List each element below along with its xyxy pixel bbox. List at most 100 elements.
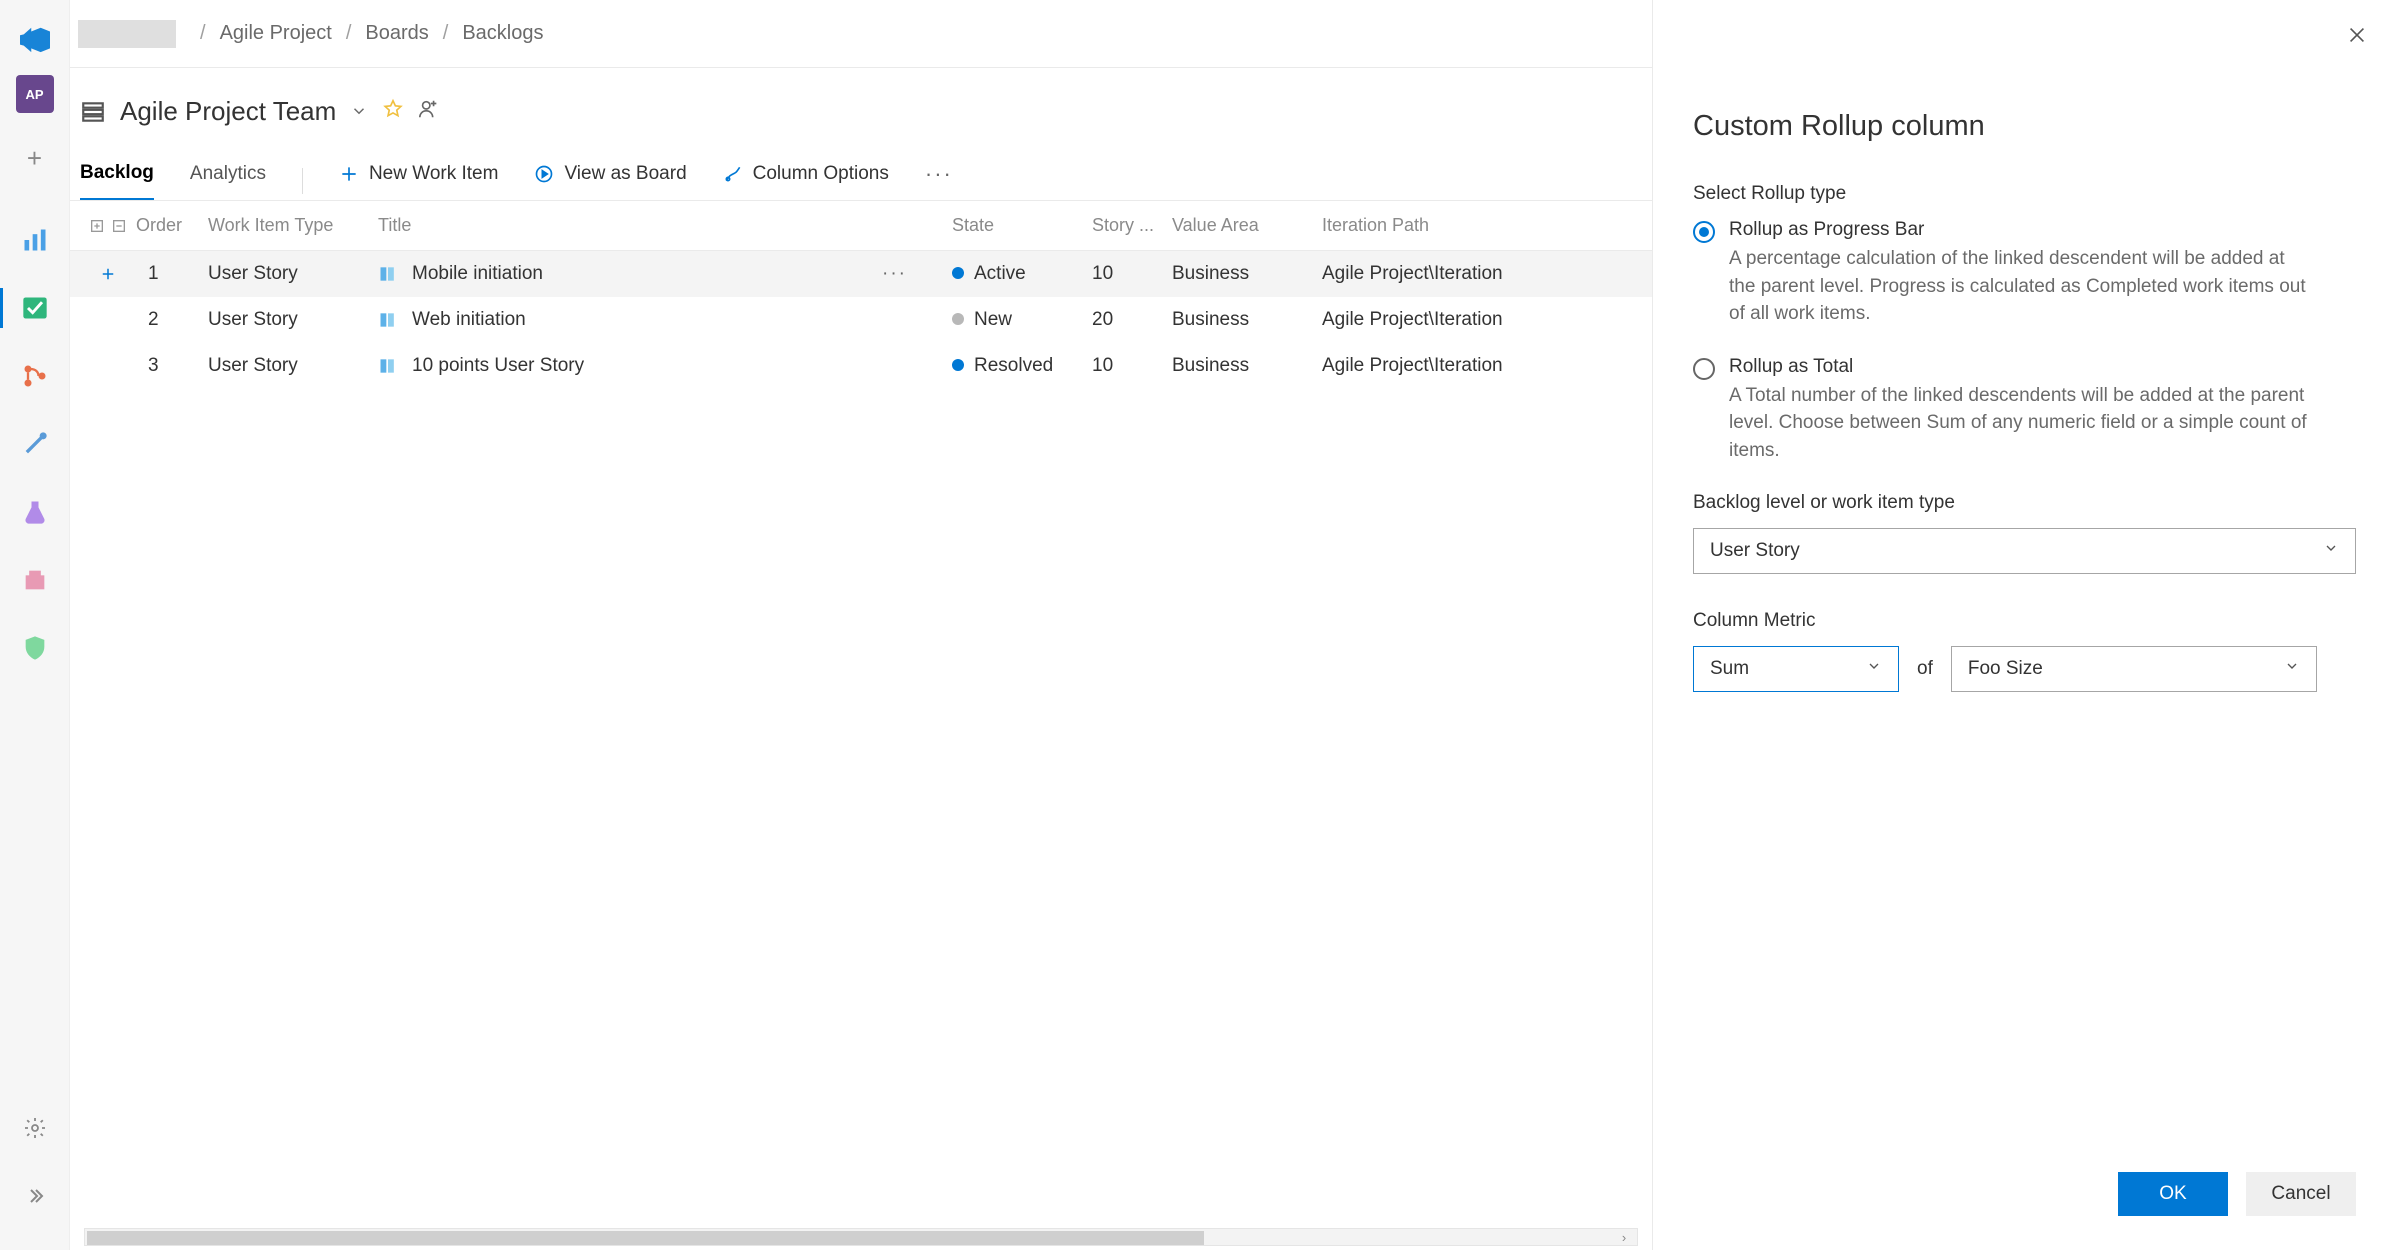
column-options-label: Column Options bbox=[753, 163, 889, 185]
row-state: New bbox=[952, 309, 1092, 331]
col-state[interactable]: State bbox=[952, 215, 1092, 236]
new-work-item-button[interactable]: New Work Item bbox=[339, 163, 499, 199]
chevron-down-icon bbox=[1866, 658, 1882, 680]
nav-security-icon[interactable] bbox=[0, 614, 70, 682]
row-iteration: Agile Project\Iteration bbox=[1322, 263, 1652, 285]
favorite-star-icon[interactable] bbox=[382, 96, 404, 127]
main-content: / Agile Project / Boards / Backlogs Agil… bbox=[70, 0, 1652, 1250]
row-title[interactable]: Mobile initiation bbox=[412, 263, 543, 285]
view-as-board-label: View as Board bbox=[564, 163, 686, 185]
column-metric-label: Column Metric bbox=[1693, 610, 2356, 632]
nav-overview-icon[interactable] bbox=[0, 206, 70, 274]
close-panel-icon[interactable] bbox=[2346, 24, 2368, 53]
breadcrumb-backlogs[interactable]: Backlogs bbox=[462, 22, 543, 45]
horizontal-scrollbar[interactable]: › bbox=[84, 1228, 1638, 1246]
nav-artifacts-icon[interactable] bbox=[0, 546, 70, 614]
col-iteration[interactable]: Iteration Path bbox=[1322, 215, 1652, 236]
row-order: 3 bbox=[136, 355, 208, 377]
nav-repos-icon[interactable] bbox=[0, 342, 70, 410]
table-row[interactable]: 1 User Story Mobile initiation ··· Activ… bbox=[70, 251, 1652, 297]
table-row[interactable]: 3 User Story 10 points User Story Resolv… bbox=[70, 343, 1652, 389]
col-type[interactable]: Work Item Type bbox=[208, 215, 378, 236]
col-area[interactable]: Value Area bbox=[1172, 215, 1322, 236]
radio-total[interactable] bbox=[1693, 358, 1715, 380]
tab-analytics[interactable]: Analytics bbox=[190, 163, 266, 199]
row-area: Business bbox=[1172, 309, 1322, 331]
user-story-icon bbox=[378, 264, 400, 284]
nav-testplans-icon[interactable] bbox=[0, 478, 70, 546]
radio-total-desc: A Total number of the linked descendents… bbox=[1729, 382, 2309, 465]
project-avatar[interactable]: AP bbox=[16, 75, 54, 113]
row-area: Business bbox=[1172, 355, 1322, 377]
chevron-down-icon bbox=[2284, 658, 2300, 680]
breadcrumb-separator: / bbox=[186, 22, 220, 45]
azure-devops-logo-icon[interactable] bbox=[20, 10, 50, 75]
col-points[interactable]: Story ... bbox=[1092, 215, 1172, 236]
add-icon[interactable]: + bbox=[27, 133, 42, 206]
expand-nav-icon[interactable] bbox=[0, 1162, 70, 1230]
toolbar-more-icon[interactable]: ··· bbox=[925, 161, 953, 201]
col-order[interactable]: Order bbox=[136, 215, 208, 236]
nav-pipelines-icon[interactable] bbox=[0, 410, 70, 478]
row-title[interactable]: Web initiation bbox=[412, 309, 526, 331]
row-points: 10 bbox=[1092, 355, 1172, 377]
ok-button[interactable]: OK bbox=[2118, 1172, 2228, 1216]
row-points: 20 bbox=[1092, 309, 1172, 331]
backlog-type-icon bbox=[80, 99, 106, 125]
backlog-level-label: Backlog level or work item type bbox=[1693, 492, 2356, 514]
grid-header: Order Work Item Type Title State Story .… bbox=[70, 201, 1652, 251]
backlog-level-value: User Story bbox=[1710, 540, 1800, 562]
breadcrumb-project[interactable]: Agile Project bbox=[220, 22, 332, 45]
backlog-level-dropdown[interactable]: User Story bbox=[1693, 528, 2356, 574]
breadcrumb-separator: / bbox=[332, 22, 366, 45]
view-as-board-button[interactable]: View as Board bbox=[534, 163, 686, 199]
row-more-icon[interactable]: ··· bbox=[882, 263, 907, 284]
custom-rollup-panel: Custom Rollup column Select Rollup type … bbox=[1652, 0, 2396, 1250]
rollup-type-label: Select Rollup type bbox=[1693, 183, 2356, 205]
chevron-down-icon bbox=[2323, 540, 2339, 562]
metric-field-dropdown[interactable]: Foo Size bbox=[1951, 646, 2317, 692]
row-area: Business bbox=[1172, 263, 1322, 285]
row-type: User Story bbox=[208, 263, 378, 285]
metric-aggregate-dropdown[interactable]: Sum bbox=[1693, 646, 1899, 692]
settings-icon[interactable] bbox=[0, 1094, 70, 1162]
user-story-icon bbox=[378, 356, 400, 376]
page-title: Agile Project Team bbox=[120, 96, 336, 127]
expand-all-icon[interactable] bbox=[89, 218, 105, 234]
metric-field-value: Foo Size bbox=[1968, 658, 2043, 680]
toolbar-divider bbox=[302, 168, 303, 194]
tab-backlog[interactable]: Backlog bbox=[80, 162, 154, 201]
breadcrumb-separator: / bbox=[429, 22, 463, 45]
row-iteration: Agile Project\Iteration bbox=[1322, 355, 1652, 377]
team-members-icon[interactable] bbox=[418, 96, 440, 127]
breadcrumb: / Agile Project / Boards / Backlogs bbox=[70, 0, 1652, 68]
left-nav-rail: AP + bbox=[0, 0, 70, 1250]
column-options-button[interactable]: Column Options bbox=[723, 163, 889, 199]
radio-progress-bar[interactable] bbox=[1693, 221, 1715, 243]
table-row[interactable]: 2 User Story Web initiation New 20 Busin… bbox=[70, 297, 1652, 343]
row-points: 10 bbox=[1092, 263, 1172, 285]
scroll-right-icon[interactable]: › bbox=[1615, 1229, 1633, 1245]
nav-boards-icon[interactable] bbox=[0, 274, 70, 342]
cancel-button[interactable]: Cancel bbox=[2246, 1172, 2356, 1216]
row-order: 1 bbox=[136, 263, 208, 285]
panel-title: Custom Rollup column bbox=[1693, 110, 2356, 143]
collapse-all-icon[interactable] bbox=[111, 218, 127, 234]
col-title[interactable]: Title bbox=[378, 215, 882, 236]
breadcrumb-boards[interactable]: Boards bbox=[365, 22, 428, 45]
row-state: Active bbox=[952, 263, 1092, 285]
user-story-icon bbox=[378, 310, 400, 330]
new-work-item-label: New Work Item bbox=[369, 163, 499, 185]
row-type: User Story bbox=[208, 355, 378, 377]
row-title[interactable]: 10 points User Story bbox=[412, 355, 584, 377]
org-name-redacted bbox=[78, 20, 176, 48]
radio-progress-label: Rollup as Progress Bar bbox=[1729, 219, 2309, 241]
radio-total-label: Rollup as Total bbox=[1729, 356, 2309, 378]
metric-aggregate-value: Sum bbox=[1710, 658, 1749, 680]
scrollbar-thumb[interactable] bbox=[87, 1231, 1204, 1245]
radio-progress-desc: A percentage calculation of the linked d… bbox=[1729, 245, 2309, 328]
row-state: Resolved bbox=[952, 355, 1092, 377]
row-iteration: Agile Project\Iteration bbox=[1322, 309, 1652, 331]
row-order: 2 bbox=[136, 309, 208, 331]
team-picker-chevron-icon[interactable] bbox=[350, 96, 368, 127]
